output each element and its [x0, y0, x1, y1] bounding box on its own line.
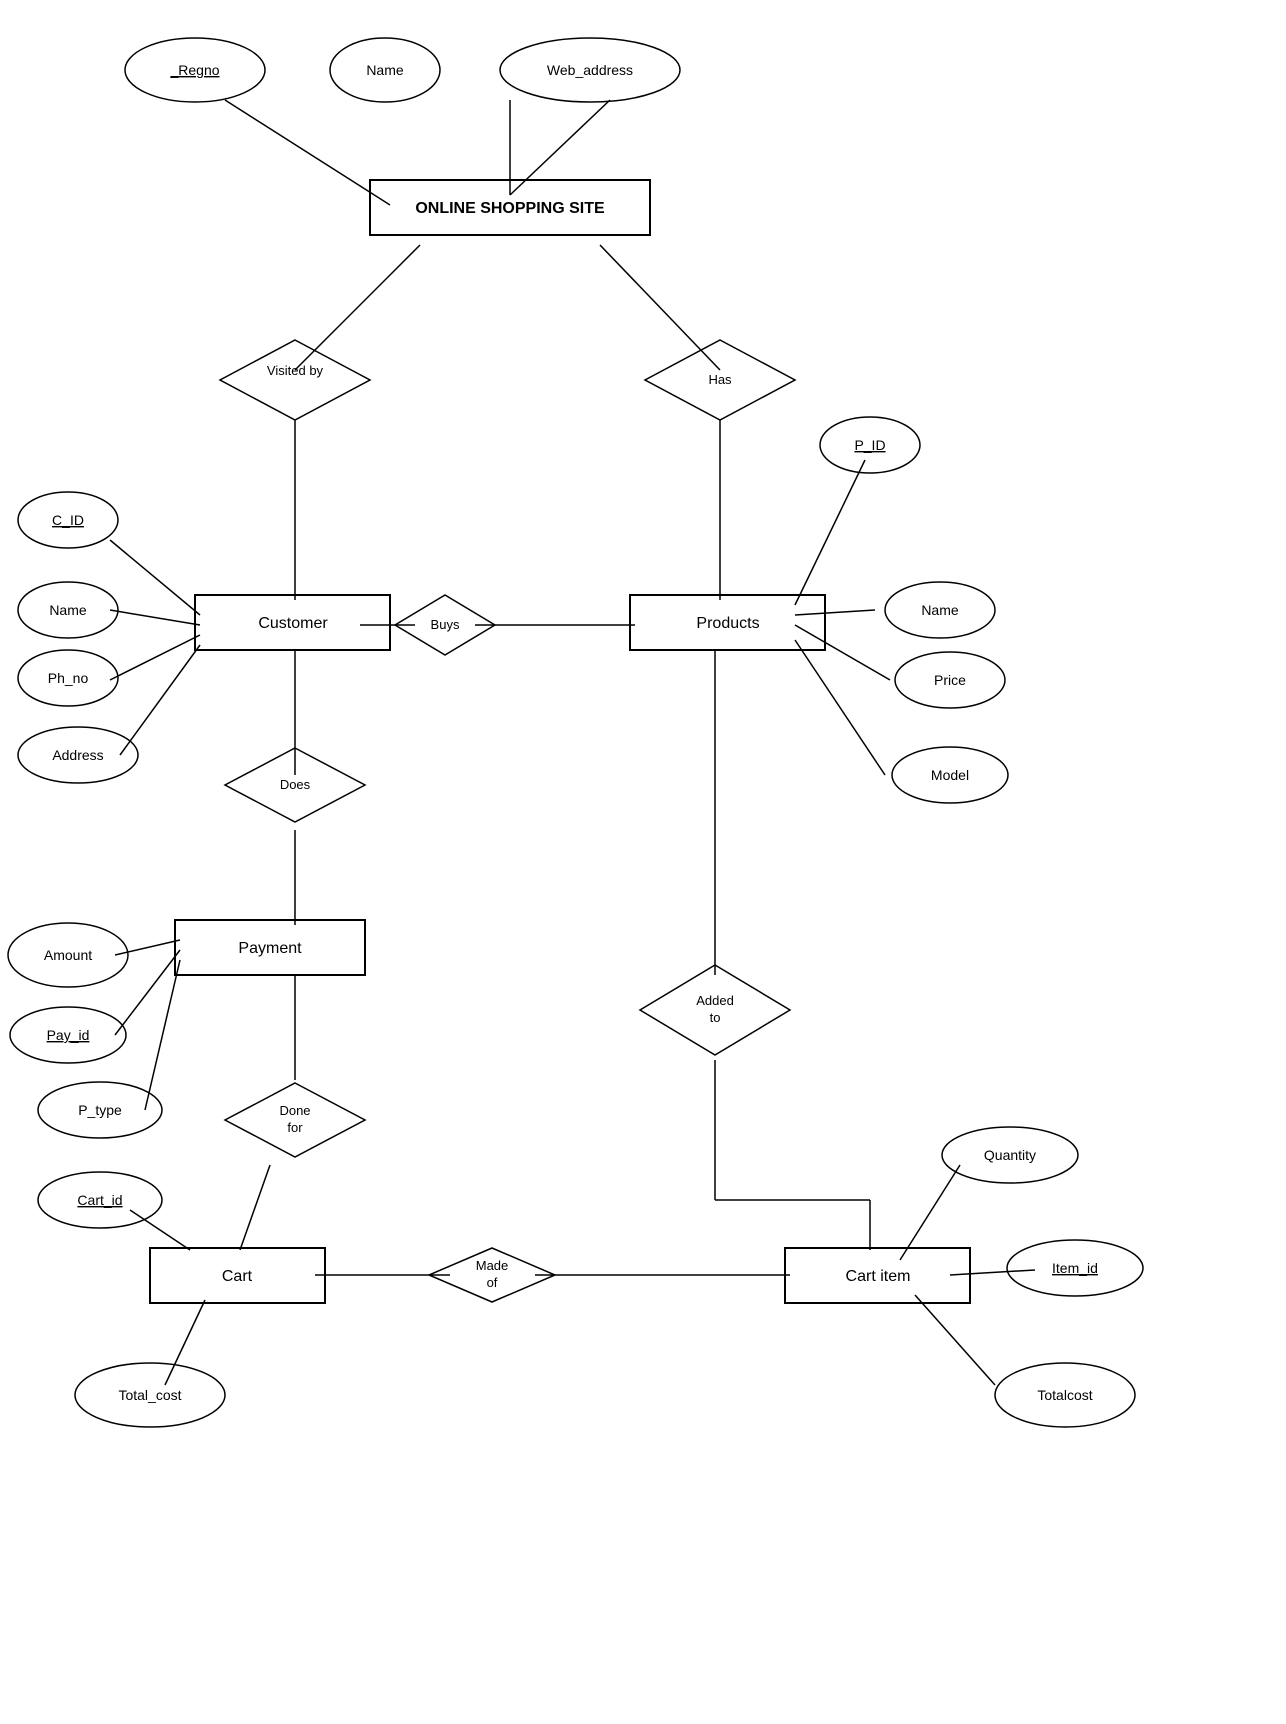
attr-cust-name-label: Name	[49, 602, 87, 618]
attr-itemid-label: Item_id	[1052, 1260, 1098, 1276]
attr-address-label: Address	[52, 747, 103, 763]
rel-has-label: Has	[708, 372, 732, 387]
entity-payment-label: Payment	[238, 940, 302, 957]
attr-regno-label: _Regno	[169, 62, 219, 78]
rel-visited-by	[220, 340, 370, 420]
rel-done-for-label-2: for	[287, 1120, 303, 1135]
attr-totalcost-cart-label: Total_cost	[118, 1387, 181, 1403]
entity-cart-label: Cart	[222, 1268, 253, 1285]
attr-prod-name-label: Name	[921, 602, 959, 618]
attr-price-label: Price	[934, 672, 966, 688]
attr-quantity-label: Quantity	[984, 1147, 1036, 1163]
entity-online-shopping-label: ONLINE SHOPPING SITE	[415, 200, 605, 217]
rel-done-for-label-1: Done	[279, 1103, 310, 1118]
attr-cartid-label: Cart_id	[77, 1192, 122, 1208]
entity-customer-label: Customer	[258, 615, 328, 632]
attr-ptype-label: P_type	[78, 1102, 122, 1118]
rel-made-of-label-2: of	[487, 1275, 498, 1290]
attr-pid-label: P_ID	[854, 437, 885, 453]
attr-phno-label: Ph_no	[48, 670, 89, 686]
attr-model-label: Model	[931, 767, 969, 783]
rel-added-to-label-1: Added	[696, 993, 734, 1008]
attr-site-name-label: Name	[366, 62, 404, 78]
attr-cid-label: C_ID	[52, 512, 84, 528]
attr-totalcost-item-label: Totalcost	[1037, 1387, 1092, 1403]
attr-payid-label: Pay_id	[47, 1027, 90, 1043]
rel-added-to-label-2: to	[710, 1010, 721, 1025]
entity-products-label: Products	[696, 615, 759, 632]
attr-amount-label: Amount	[44, 947, 92, 963]
rel-buys-label: Buys	[431, 617, 460, 632]
rel-visited-by-label: Visited by	[267, 363, 324, 378]
er-diagram: ONLINE SHOPPING SITE Customer Products P…	[0, 0, 1286, 1724]
rel-does-label: Does	[280, 777, 311, 792]
rel-made-of-label-1: Made	[476, 1258, 509, 1273]
attr-web-address-label: Web_address	[547, 62, 633, 78]
entity-cart-item-label: Cart item	[846, 1268, 911, 1285]
